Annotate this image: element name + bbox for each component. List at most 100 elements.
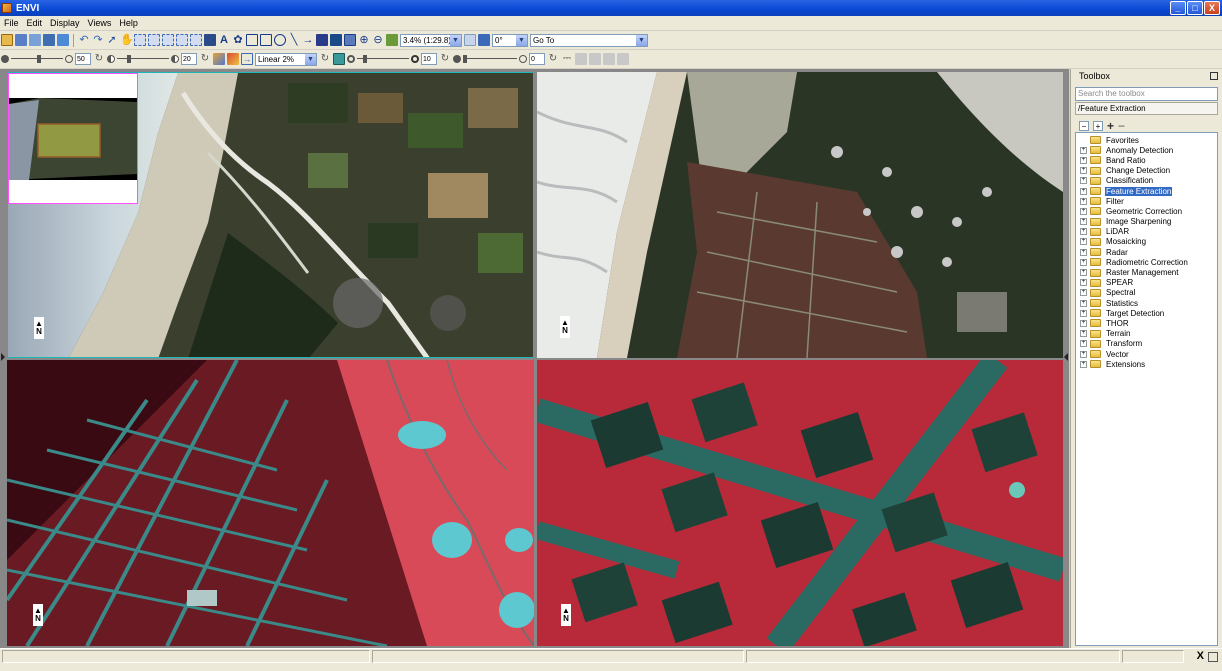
expand-icon[interactable]: +: [1080, 299, 1087, 307]
toolbox-item-statistics[interactable]: + Statistics: [1076, 298, 1217, 308]
overview-inset[interactable]: [8, 73, 138, 204]
maximize-button[interactable]: □: [1187, 1, 1203, 15]
menu-views[interactable]: Views: [84, 18, 116, 28]
expand-icon[interactable]: +: [1080, 146, 1087, 154]
histogram-stretch-icon[interactable]: [333, 53, 345, 65]
expand-icon[interactable]: +: [1080, 330, 1087, 338]
stretch-icon[interactable]: [213, 53, 225, 65]
toolbox-item-change-detection[interactable]: + Change Detection: [1076, 166, 1217, 176]
select-arrow-icon[interactable]: ➚: [106, 34, 118, 46]
crosshair-icon[interactable]: [134, 34, 146, 46]
text-annotation-icon[interactable]: A: [218, 34, 230, 46]
toolbox-item-spectral[interactable]: + Spectral: [1076, 288, 1217, 298]
minimize-button[interactable]: _: [1170, 1, 1186, 15]
toolbox-item-mosaicking[interactable]: + Mosaicking: [1076, 237, 1217, 247]
menu-file[interactable]: File: [0, 18, 23, 28]
view-4[interactable]: ▲ N: [537, 360, 1063, 646]
image-viewport[interactable]: ▲ N ▲ N ▲ N ▲ N: [0, 69, 1069, 648]
sharpen-value[interactable]: 10: [421, 53, 437, 65]
swipe-icon[interactable]: [603, 53, 615, 65]
close-button[interactable]: X: [1204, 1, 1220, 15]
expand-icon[interactable]: +: [1080, 177, 1087, 185]
expand-icon[interactable]: +: [1080, 340, 1087, 348]
expand-icon[interactable]: +: [1080, 197, 1087, 205]
expand-icon[interactable]: +: [1080, 309, 1087, 317]
line-icon[interactable]: ╲: [288, 34, 300, 46]
sharpen-reset-icon[interactable]: ↻: [439, 53, 451, 65]
zoom-fit-icon[interactable]: [344, 34, 356, 46]
contrast-reset-icon[interactable]: ↻: [199, 53, 211, 65]
menu-edit[interactable]: Edit: [23, 18, 47, 28]
redo-icon[interactable]: ↷: [92, 34, 104, 46]
goto-combo[interactable]: Go To ▼: [530, 33, 648, 47]
transparency-value[interactable]: 0: [529, 53, 545, 65]
sharpen-slider[interactable]: [357, 53, 409, 65]
menu-display[interactable]: Display: [46, 18, 84, 28]
toolbox-item-terrain[interactable]: + Terrain: [1076, 329, 1217, 339]
toolbox-item-feature-extraction[interactable]: + Feature Extraction: [1076, 186, 1217, 196]
layer-manager-icon[interactable]: [29, 34, 41, 46]
toolbox-item-anomaly-detection[interactable]: + Anomaly Detection: [1076, 145, 1217, 155]
view-2[interactable]: ▲ N: [537, 72, 1063, 358]
expand-icon[interactable]: +: [1080, 319, 1087, 327]
polygon-icon[interactable]: [246, 34, 258, 46]
toolbox-item-spear[interactable]: + SPEAR: [1076, 278, 1217, 288]
rotate-icon[interactable]: [464, 34, 476, 46]
undo-icon[interactable]: ↶: [78, 34, 90, 46]
toolbox-item-image-sharpening[interactable]: + Image Sharpening: [1076, 217, 1217, 227]
zoom-out-icon[interactable]: ⊖: [372, 34, 384, 46]
color-table-icon[interactable]: [227, 53, 239, 65]
expand-icon[interactable]: +: [1080, 187, 1087, 195]
add-favorite-icon[interactable]: +: [1107, 119, 1114, 133]
portal-icon[interactable]: ⎓: [561, 53, 573, 65]
toolbox-item-lidar[interactable]: + LiDAR: [1076, 227, 1217, 237]
data-manager-icon[interactable]: [15, 34, 27, 46]
expand-icon[interactable]: +: [1080, 289, 1087, 297]
print-icon[interactable]: [57, 34, 69, 46]
blend-icon[interactable]: [575, 53, 587, 65]
measure-icon[interactable]: [190, 34, 202, 46]
collapse-all-icon[interactable]: −: [1079, 121, 1089, 131]
expand-icon[interactable]: +: [1080, 269, 1087, 277]
pause-icon[interactable]: [617, 53, 629, 65]
zoom-full-icon[interactable]: [330, 34, 342, 46]
toolbox-item-geometric-correction[interactable]: + Geometric Correction: [1076, 206, 1217, 216]
expand-icon[interactable]: +: [1080, 228, 1087, 236]
expand-icon[interactable]: +: [1080, 207, 1087, 215]
toolbox-item-extensions[interactable]: + Extensions: [1076, 359, 1217, 369]
toolbox-item-favorites[interactable]: Favorites: [1076, 135, 1217, 145]
expand-icon[interactable]: +: [1080, 258, 1087, 266]
expand-icon[interactable]: +: [1080, 218, 1087, 226]
expand-all-icon[interactable]: +: [1093, 121, 1103, 131]
toolbox-item-transform[interactable]: + Transform: [1076, 339, 1217, 349]
brightness-value[interactable]: 50: [75, 53, 91, 65]
stretch-type-icon[interactable]: →: [241, 53, 253, 65]
view-1[interactable]: ▲ N: [7, 72, 534, 358]
annotation-icon[interactable]: [176, 34, 188, 46]
toolbox-item-band-ratio[interactable]: + Band Ratio: [1076, 155, 1217, 165]
expand-icon[interactable]: +: [1080, 156, 1087, 164]
toolbox-item-target-detection[interactable]: + Target Detection: [1076, 308, 1217, 318]
toolbox-item-radiometric-correction[interactable]: + Radiometric Correction: [1076, 257, 1217, 267]
flicker-icon[interactable]: [589, 53, 601, 65]
chip-icon[interactable]: [386, 34, 398, 46]
zoom-in-icon[interactable]: ⊕: [358, 34, 370, 46]
view-3[interactable]: ▲ N: [7, 360, 534, 646]
arrow-icon[interactable]: →: [302, 34, 314, 46]
right-splitter-arrow-icon[interactable]: [1064, 353, 1068, 361]
toolbox-item-classification[interactable]: + Classification: [1076, 176, 1217, 186]
save-icon[interactable]: [43, 34, 55, 46]
contrast-slider[interactable]: [117, 53, 169, 65]
symbol-icon[interactable]: ✿: [232, 34, 244, 46]
resize-grip-icon[interactable]: [1208, 652, 1218, 662]
toolbox-item-raster-management[interactable]: + Raster Management: [1076, 267, 1217, 277]
stretch-reset-icon[interactable]: ↻: [319, 53, 331, 65]
toolbox-item-filter[interactable]: + Filter: [1076, 196, 1217, 206]
dock-icon[interactable]: [1210, 72, 1218, 80]
menu-help[interactable]: Help: [115, 18, 142, 28]
rotation-reset-icon[interactable]: [478, 34, 490, 46]
open-icon[interactable]: [1, 34, 13, 46]
brightness-reset-icon[interactable]: ↻: [93, 53, 105, 65]
expand-icon[interactable]: +: [1080, 248, 1087, 256]
rectangle-icon[interactable]: [260, 34, 272, 46]
